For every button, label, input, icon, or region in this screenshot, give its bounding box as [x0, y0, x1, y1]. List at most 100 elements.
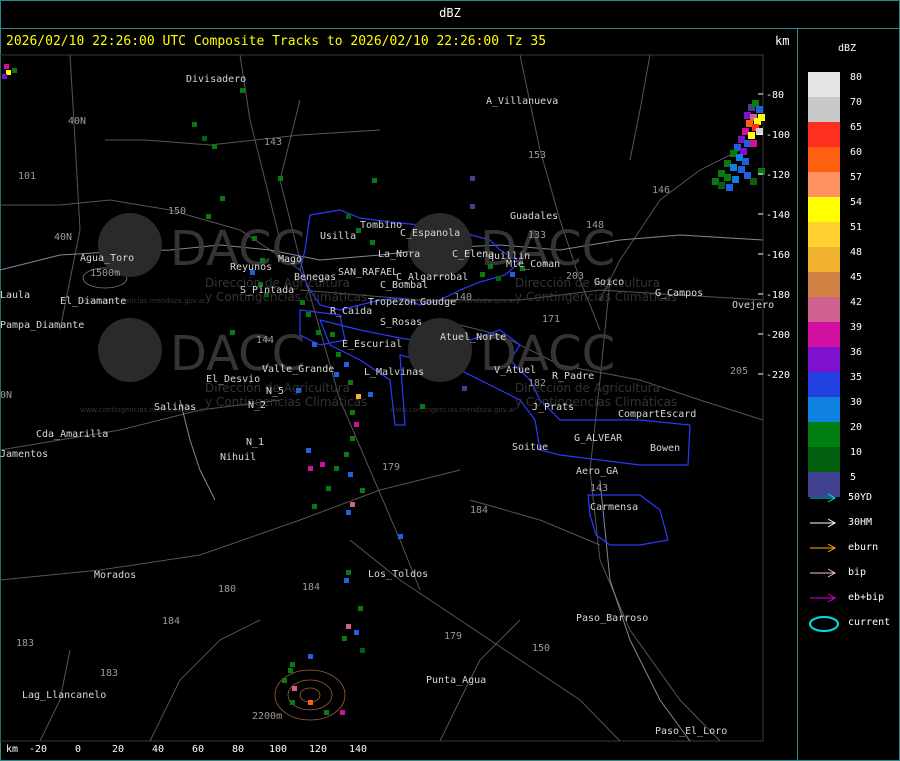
place-label: Tombino: [360, 220, 402, 231]
radar-echo-cell: [732, 176, 739, 183]
x-tick-label: 100: [269, 744, 287, 755]
radar-echo-cell: [252, 236, 257, 241]
svg-text:y Contingencias Climáticas: y Contingencias Climáticas: [205, 395, 367, 409]
radar-echo-cell: [748, 132, 755, 139]
radar-echo-cell: [738, 166, 745, 173]
radar-echo-cell: [350, 502, 355, 507]
svg-text:180: 180: [218, 584, 236, 595]
svg-text:179: 179: [444, 631, 462, 642]
radar-echo-cell: [240, 88, 245, 93]
radar-echo-cell: [278, 176, 283, 181]
place-label: Los_Toldos: [368, 569, 428, 580]
svg-text:1500m: 1500m: [90, 268, 120, 279]
svg-text:184: 184: [302, 582, 320, 593]
svg-text:184: 184: [162, 616, 180, 627]
scale-swatch: [808, 447, 840, 472]
track-legend-item: eburn: [808, 541, 898, 555]
place-label: N_5: [266, 386, 284, 397]
place-label: Nihuil: [220, 452, 256, 463]
svg-text:0N: 0N: [0, 390, 12, 401]
radar-echo-cell: [358, 606, 363, 611]
place-label: Paso_Barroso: [576, 613, 648, 624]
current-label: current: [848, 617, 891, 628]
x-tick-label: 20: [112, 744, 124, 755]
svg-text:182: 182: [528, 378, 546, 389]
place-label: G_Campos: [655, 288, 703, 299]
svg-text:140: 140: [454, 292, 472, 303]
place-label: Laula: [0, 290, 30, 301]
place-label: Atuel_Norte: [440, 332, 506, 343]
svg-text:184: 184: [470, 505, 488, 516]
radar-echo-cell: [296, 388, 301, 393]
scale-swatch: [808, 297, 840, 322]
rivers: [0, 234, 764, 742]
scale-label: 65: [850, 122, 863, 133]
radar-echo-cell: [496, 276, 501, 281]
scale-label: 5: [850, 472, 857, 483]
radar-echo-cell: [724, 160, 731, 167]
radar-echo-cell: [330, 332, 335, 337]
radar-echo-cell: [230, 330, 235, 335]
radar-echo-cell: [348, 380, 353, 385]
x-tick-label: 140: [349, 744, 367, 755]
scale-swatch: [808, 122, 840, 147]
radar-echo-cell: [324, 710, 329, 715]
scale-label: 30: [850, 397, 863, 408]
track-legend-item: eb+bip: [808, 591, 898, 605]
legend-panel: dBZ 80 70 65 60 57 54 51 48 45 42 39 36 35 30 20 10 5 50…: [798, 29, 900, 761]
radar-echo-cell: [736, 154, 743, 161]
place-label: A_Villanueva: [486, 96, 558, 107]
radar-echo-cell: [742, 128, 749, 135]
radar-echo-cell: [336, 352, 341, 357]
radar-echo-cell: [288, 668, 293, 673]
track-legend-label: 30HM: [848, 517, 873, 528]
radar-echo-cell: [480, 272, 485, 277]
place-label: L_Malvinas: [364, 367, 424, 378]
radar-echo-cell: [290, 662, 295, 667]
radar-echo-cell: [730, 164, 737, 171]
svg-text:183: 183: [100, 668, 118, 679]
radar-echo-cell: [356, 394, 361, 399]
radar-echo-cell: [420, 404, 425, 409]
place-label: Ovejero: [732, 300, 774, 311]
track-legend-label: eburn: [848, 542, 879, 553]
place-label: R_Caida: [330, 306, 372, 317]
radar-echo-cell: [308, 700, 313, 705]
place-label: Carmensa: [590, 502, 638, 513]
scale-swatch: [808, 422, 840, 447]
place-label: SAN_RAFAEL: [338, 267, 398, 278]
scale-label: 48: [850, 247, 863, 258]
radar-echo-cell: [290, 700, 295, 705]
radar-echo-cell: [326, 486, 331, 491]
place-label: Lag_Llancanelo: [22, 690, 106, 701]
radar-echo-cell: [344, 362, 349, 367]
place-label: E_Escurial: [342, 339, 402, 350]
svg-text:144: 144: [256, 335, 274, 346]
scale-label: 10: [850, 447, 863, 458]
svg-text:143: 143: [590, 483, 608, 494]
radar-map[interactable]: DACC Dirección de Agricultura y Continge…: [0, 29, 797, 761]
place-label: Paso_El_Loro: [655, 726, 727, 737]
radar-echo-cell: [742, 158, 749, 165]
scale-swatch: [808, 172, 840, 197]
radar-echo-cell: [734, 144, 741, 151]
radar-echo-cell: [312, 342, 317, 347]
svg-text:40N: 40N: [68, 116, 86, 127]
radar-echo-cell: [282, 678, 287, 683]
place-label: Aero_GA: [576, 466, 618, 477]
svg-text:101: 101: [18, 171, 36, 182]
place-label: Usilla: [320, 231, 356, 242]
svg-text:143: 143: [264, 137, 282, 148]
place-label: La_Nora: [378, 249, 420, 260]
radar-echo-cell: [320, 462, 325, 467]
svg-text:153: 153: [528, 150, 546, 161]
place-label: El_Desvio: [206, 374, 260, 385]
place-label: C_Bombal: [380, 280, 428, 291]
place-label: Morados: [94, 570, 136, 581]
place-label: Divisadero: [186, 74, 246, 85]
radar-echo-cell: [292, 686, 297, 691]
svg-text:Dirección de Agricultura: Dirección de Agricultura: [515, 276, 660, 290]
svg-text:183: 183: [16, 638, 34, 649]
current-track-legend: current: [808, 616, 898, 632]
radar-echo-cell: [712, 178, 719, 185]
